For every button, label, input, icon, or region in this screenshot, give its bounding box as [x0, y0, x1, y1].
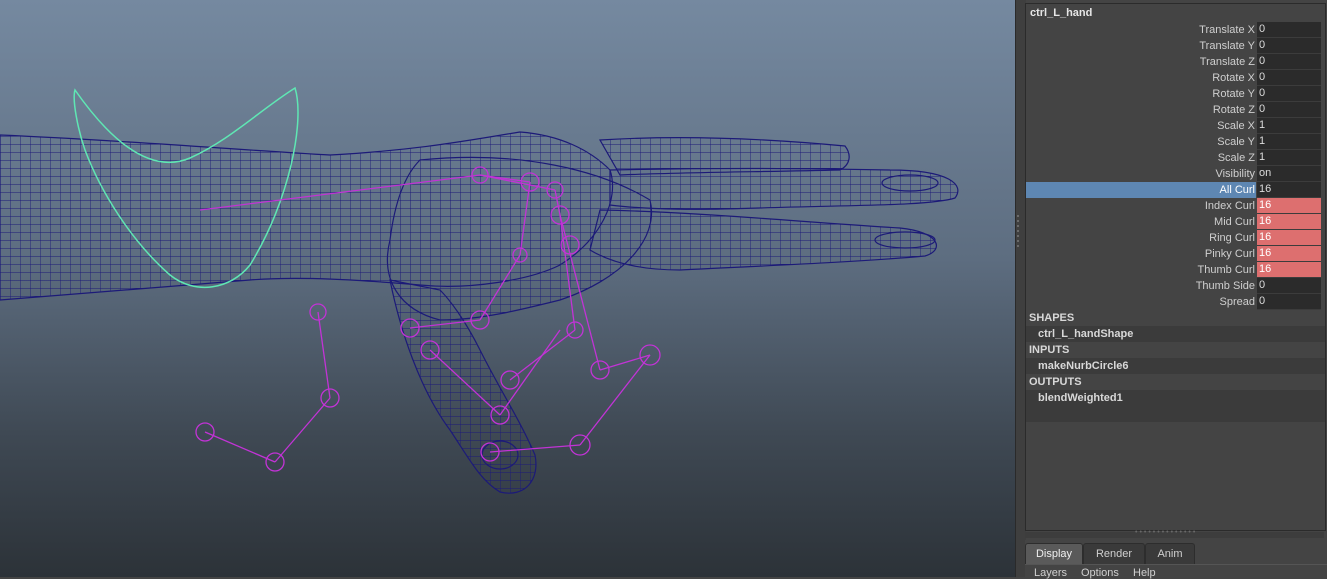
output-node[interactable]: blendWeighted1 — [1026, 390, 1325, 406]
attribute-row[interactable]: Rotate Z0 — [1026, 102, 1325, 118]
attribute-label[interactable]: Spread — [1026, 294, 1256, 310]
attribute-row[interactable]: Thumb Side 0 — [1026, 278, 1325, 294]
splitter-grip — [1017, 230, 1019, 232]
attribute-row[interactable]: Scale Y1 — [1026, 134, 1325, 150]
attribute-label[interactable]: Pinky Curl — [1026, 246, 1256, 262]
attribute-label[interactable]: Translate X — [1026, 22, 1256, 38]
splitter-grip — [1017, 215, 1019, 217]
tab-display[interactable]: Display — [1025, 543, 1083, 564]
attribute-row[interactable]: Spread 0 — [1026, 294, 1325, 310]
attribute-row[interactable]: Thumb Curl 16 — [1026, 262, 1325, 278]
node-name[interactable]: ctrl_L_hand — [1026, 4, 1325, 22]
attribute-value-field[interactable]: 16 — [1257, 230, 1321, 246]
attribute-row[interactable]: Ring Curl 16 — [1026, 230, 1325, 246]
menu-help[interactable]: Help — [1133, 567, 1156, 579]
layer-editor: Display Render Anim Layers Options Help — [1025, 540, 1327, 579]
channel-box-resize-handle[interactable]: •••••••••••••• — [1025, 529, 1324, 538]
shapes-header: SHAPES — [1029, 312, 1075, 324]
menu-layers[interactable]: Layers — [1034, 567, 1067, 579]
attribute-label[interactable]: Rotate Z — [1026, 102, 1256, 118]
attribute-label[interactable]: Rotate Y — [1026, 86, 1256, 102]
attribute-label[interactable]: Scale Y — [1026, 134, 1256, 150]
attribute-label[interactable]: Scale X — [1026, 118, 1256, 134]
attribute-value-field[interactable]: 0 — [1257, 38, 1321, 54]
attribute-value-field[interactable]: 16 — [1257, 262, 1321, 278]
attribute-label[interactable]: Visibility — [1026, 166, 1256, 182]
attribute-label[interactable]: Scale Z — [1026, 150, 1256, 166]
attribute-row[interactable]: Mid Curl 16 — [1026, 214, 1325, 230]
splitter-grip — [1017, 240, 1019, 242]
attribute-label[interactable]: Thumb Curl — [1026, 262, 1256, 278]
attribute-label[interactable]: Index Curl — [1026, 198, 1256, 214]
attribute-value-field[interactable]: 16 — [1257, 214, 1321, 230]
attribute-row[interactable]: Scale X1 — [1026, 118, 1325, 134]
attribute-row[interactable]: Index Curl 16 — [1026, 198, 1325, 214]
attribute-label[interactable]: Translate Y — [1026, 38, 1256, 54]
attribute-label[interactable]: All Curl — [1026, 182, 1256, 198]
hand-wireframe-scene — [0, 86, 959, 494]
attribute-label[interactable]: Thumb Side — [1026, 278, 1256, 294]
menu-options[interactable]: Options — [1081, 567, 1119, 579]
attribute-row[interactable]: Rotate Y0 — [1026, 86, 1325, 102]
tab-anim[interactable]: Anim — [1145, 543, 1195, 564]
attribute-value-field[interactable]: 0 — [1257, 54, 1321, 70]
empty-row — [1026, 406, 1325, 422]
splitter-grip — [1017, 245, 1019, 247]
attribute-value-field[interactable]: 1 — [1257, 118, 1321, 134]
shape-node[interactable]: ctrl_L_handShape — [1026, 326, 1325, 342]
attribute-row[interactable]: All Curl 16 — [1026, 182, 1325, 198]
attribute-value-field[interactable]: 1 — [1257, 150, 1321, 166]
attribute-label[interactable]: Rotate X — [1026, 70, 1256, 86]
attribute-row[interactable]: Scale Z1 — [1026, 150, 1325, 166]
splitter-grip — [1017, 235, 1019, 237]
channel-box: ctrl_L_hand Translate X 0 Translate Y 0 Tran… — [1025, 3, 1326, 531]
attribute-row[interactable]: Visibility on — [1026, 166, 1325, 182]
attribute-list: Translate X 0 Translate Y 0 Translate Z 0 Rota… — [1026, 22, 1325, 310]
tab-render[interactable]: Render — [1083, 543, 1145, 564]
splitter-grip — [1017, 225, 1019, 227]
attribute-value-field[interactable]: 0 — [1257, 70, 1321, 86]
attribute-value-field[interactable]: 16 — [1257, 246, 1321, 262]
attribute-value-field[interactable]: 0 — [1257, 86, 1321, 102]
attribute-label[interactable]: Ring Curl — [1026, 230, 1256, 246]
viewport-3d[interactable] — [0, 0, 1015, 577]
attribute-label[interactable]: Mid Curl — [1026, 214, 1256, 230]
attribute-value-field[interactable]: 0 — [1257, 278, 1321, 294]
splitter-grip — [1017, 220, 1019, 222]
attribute-row[interactable]: Translate Y0 — [1026, 38, 1325, 54]
attribute-row[interactable]: Translate X0 — [1026, 22, 1325, 38]
attribute-row[interactable]: Pinky Curl 16 — [1026, 246, 1325, 262]
attribute-value-field[interactable]: 16 — [1257, 182, 1321, 198]
attribute-value-field[interactable]: 1 — [1257, 134, 1321, 150]
attribute-value-field[interactable]: 0 — [1257, 294, 1321, 310]
input-node[interactable]: makeNurbCircle6 — [1026, 358, 1325, 374]
attribute-value-field[interactable]: 0 — [1257, 22, 1321, 38]
attribute-label[interactable]: Translate Z — [1026, 54, 1256, 70]
attribute-value-field[interactable]: on — [1257, 166, 1321, 182]
inputs-header: INPUTS — [1029, 344, 1070, 356]
attribute-row[interactable]: Rotate X0 — [1026, 70, 1325, 86]
hand-mesh — [0, 131, 959, 494]
attribute-value-field[interactable]: 0 — [1257, 102, 1321, 118]
attribute-row[interactable]: Translate Z0 — [1026, 54, 1325, 70]
layer-menu-bar: Layers Options Help — [1025, 564, 1327, 579]
attribute-value-field[interactable]: 16 — [1257, 198, 1321, 214]
outputs-header: OUTPUTS — [1029, 376, 1082, 388]
